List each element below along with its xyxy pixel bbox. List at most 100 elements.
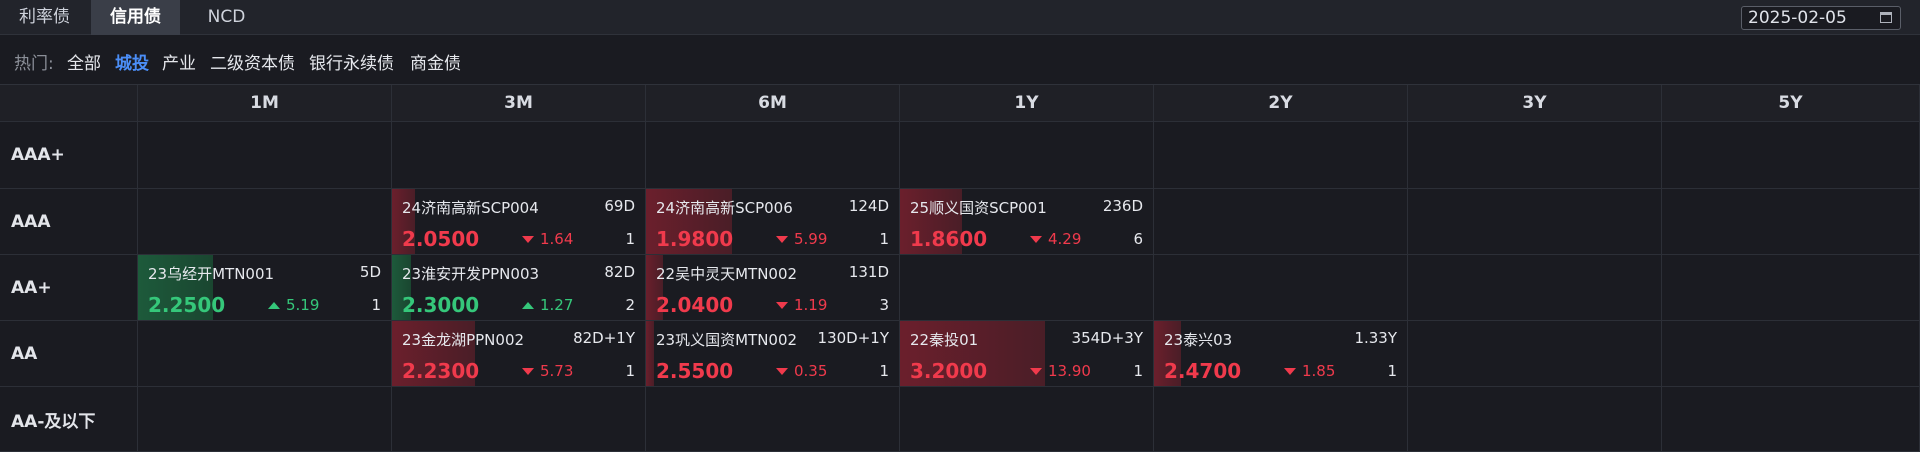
- bond-change: 4.29: [1030, 230, 1081, 248]
- bond-name[interactable]: 25顺义国资SCP001: [910, 197, 1047, 218]
- bond-yield: 1.9800: [656, 227, 734, 251]
- matrix-cell[interactable]: [392, 387, 646, 452]
- bond-change-value: 1.27: [540, 296, 574, 314]
- bond-name[interactable]: 24济南高新SCP006: [656, 197, 793, 218]
- bond-cell[interactable]: 22秦投01 354D+3Y 3.2000 13.90 1: [900, 321, 1154, 387]
- matrix-cell[interactable]: [138, 189, 392, 255]
- bond-term: 1.33Y: [1354, 329, 1397, 347]
- bond-change-value: 1.64: [540, 230, 574, 248]
- tab-rate-bonds[interactable]: 利率债: [0, 0, 89, 35]
- bond-cell[interactable]: 23乌经开MTN001 5D 2.2500 5.19 1: [138, 255, 392, 321]
- hot-filter-bar: 热门: 全部 城投 产业 二级资本债 银行永续债 商金债: [0, 35, 1920, 85]
- bond-yield: 2.4700: [1164, 359, 1242, 383]
- hot-label: 热门:: [14, 54, 54, 74]
- trade-count: 1: [625, 230, 635, 248]
- bond-cell[interactable]: 22吴中灵天MTN002 131D 2.0400 1.19 3: [646, 255, 900, 321]
- bond-cell[interactable]: 23金龙湖PPN002 82D+1Y 2.2300 5.73 1: [392, 321, 646, 387]
- filter-tier2-capital[interactable]: 二级资本债: [210, 49, 295, 74]
- trade-count: 1: [879, 362, 889, 380]
- bond-cell[interactable]: 23泰兴03 1.33Y 2.4700 1.85 1: [1154, 321, 1408, 387]
- row-header: AAA+: [0, 122, 138, 189]
- matrix-cell[interactable]: [1154, 387, 1408, 452]
- bond-name[interactable]: 24济南高新SCP004: [402, 197, 539, 218]
- bond-cell[interactable]: 24济南高新SCP004 69D 2.0500 1.64 1: [392, 189, 646, 255]
- bond-change-value: 5.73: [540, 362, 574, 380]
- bond-term: 82D+1Y: [573, 329, 635, 347]
- bond-change: 1.85: [1284, 362, 1335, 380]
- matrix-cell[interactable]: [1662, 122, 1920, 189]
- date-picker[interactable]: 2025-02-05: [1741, 6, 1901, 30]
- matrix-cell[interactable]: [1662, 321, 1920, 387]
- yield-matrix: 1M 3M 6M 1Y 2Y 3Y 5Y AAA+ AAA 24济南高新SCP004 69D 2.05…: [0, 85, 1920, 452]
- date-value: 2025-02-05: [1748, 8, 1847, 28]
- calendar-icon[interactable]: [1880, 12, 1892, 23]
- bond-yield: 2.3000: [402, 293, 480, 317]
- bond-name[interactable]: 23淮安开发PPN003: [402, 263, 539, 284]
- column-header-1m: 1M: [138, 85, 392, 122]
- bond-term: 82D: [604, 263, 635, 281]
- bond-change-value: 0.35: [794, 362, 828, 380]
- bond-cell[interactable]: 24济南高新SCP006 124D 1.9800 5.99 1: [646, 189, 900, 255]
- bond-term: 130D+1Y: [817, 329, 889, 347]
- bond-change: 5.19: [268, 296, 319, 314]
- matrix-cell[interactable]: [138, 321, 392, 387]
- bond-change: 5.73: [522, 362, 573, 380]
- bond-name[interactable]: 22秦投01: [910, 329, 978, 350]
- matrix-cell[interactable]: [900, 387, 1154, 452]
- matrix-cell[interactable]: [1408, 122, 1662, 189]
- bond-change: 1.19: [776, 296, 827, 314]
- bond-cell[interactable]: 23淮安开发PPN003 82D 2.3000 1.27 2: [392, 255, 646, 321]
- trade-count: 1: [1387, 362, 1397, 380]
- tab-credit-bonds[interactable]: 信用债: [91, 0, 180, 35]
- arrow-up-icon: [522, 302, 534, 309]
- column-header-2y: 2Y: [1154, 85, 1408, 122]
- bond-yield: 1.8600: [910, 227, 988, 251]
- arrow-down-icon: [776, 236, 788, 243]
- matrix-cell[interactable]: [1662, 387, 1920, 452]
- filter-chengtou[interactable]: 城投: [115, 49, 149, 74]
- matrix-cell[interactable]: [138, 387, 392, 452]
- filter-industry[interactable]: 产业: [162, 49, 196, 74]
- matrix-cell[interactable]: [138, 122, 392, 189]
- bond-change-value: 5.19: [286, 296, 320, 314]
- row-header: AA: [0, 321, 138, 387]
- matrix-cell[interactable]: [1154, 255, 1408, 321]
- bond-yield: 2.0400: [656, 293, 734, 317]
- bond-cell[interactable]: 23巩义国资MTN002 130D+1Y 2.5500 0.35 1: [646, 321, 900, 387]
- corner-header: [0, 85, 138, 122]
- bond-yield: 2.0500: [402, 227, 480, 251]
- matrix-cell[interactable]: [1662, 189, 1920, 255]
- trade-count: 3: [879, 296, 889, 314]
- filter-bank-perpetual[interactable]: 银行永续债: [309, 49, 394, 74]
- filter-all[interactable]: 全部: [67, 49, 101, 74]
- matrix-cell[interactable]: [1408, 189, 1662, 255]
- matrix-cell[interactable]: [1154, 189, 1408, 255]
- matrix-cell[interactable]: [1408, 255, 1662, 321]
- arrow-down-icon: [522, 368, 534, 375]
- bond-name[interactable]: 23金龙湖PPN002: [402, 329, 524, 350]
- bond-name[interactable]: 22吴中灵天MTN002: [656, 263, 797, 284]
- matrix-cell[interactable]: [1154, 122, 1408, 189]
- matrix-cell[interactable]: [1662, 255, 1920, 321]
- column-header-3m: 3M: [392, 85, 646, 122]
- bond-change: 1.64: [522, 230, 573, 248]
- arrow-down-icon: [1030, 236, 1042, 243]
- trade-count: 1: [371, 296, 381, 314]
- matrix-cell[interactable]: [900, 122, 1154, 189]
- matrix-cell[interactable]: [1408, 321, 1662, 387]
- bond-name[interactable]: 23乌经开MTN001: [148, 263, 274, 284]
- bond-name[interactable]: 23巩义国资MTN002: [656, 329, 797, 350]
- arrow-down-icon: [522, 236, 534, 243]
- matrix-cell[interactable]: [392, 122, 646, 189]
- filter-commercial-finance[interactable]: 商金债: [410, 49, 461, 74]
- tab-ncd[interactable]: NCD: [182, 0, 271, 35]
- bond-cell[interactable]: 25顺义国资SCP001 236D 1.8600 4.29 6: [900, 189, 1154, 255]
- bond-yield: 2.2500: [148, 293, 226, 317]
- matrix-cell[interactable]: [1408, 387, 1662, 452]
- bond-name[interactable]: 23泰兴03: [1164, 329, 1232, 350]
- arrow-down-icon: [776, 302, 788, 309]
- matrix-cell[interactable]: [900, 255, 1154, 321]
- matrix-cell[interactable]: [646, 387, 900, 452]
- matrix-cell[interactable]: [646, 122, 900, 189]
- bond-change-value: 5.99: [794, 230, 828, 248]
